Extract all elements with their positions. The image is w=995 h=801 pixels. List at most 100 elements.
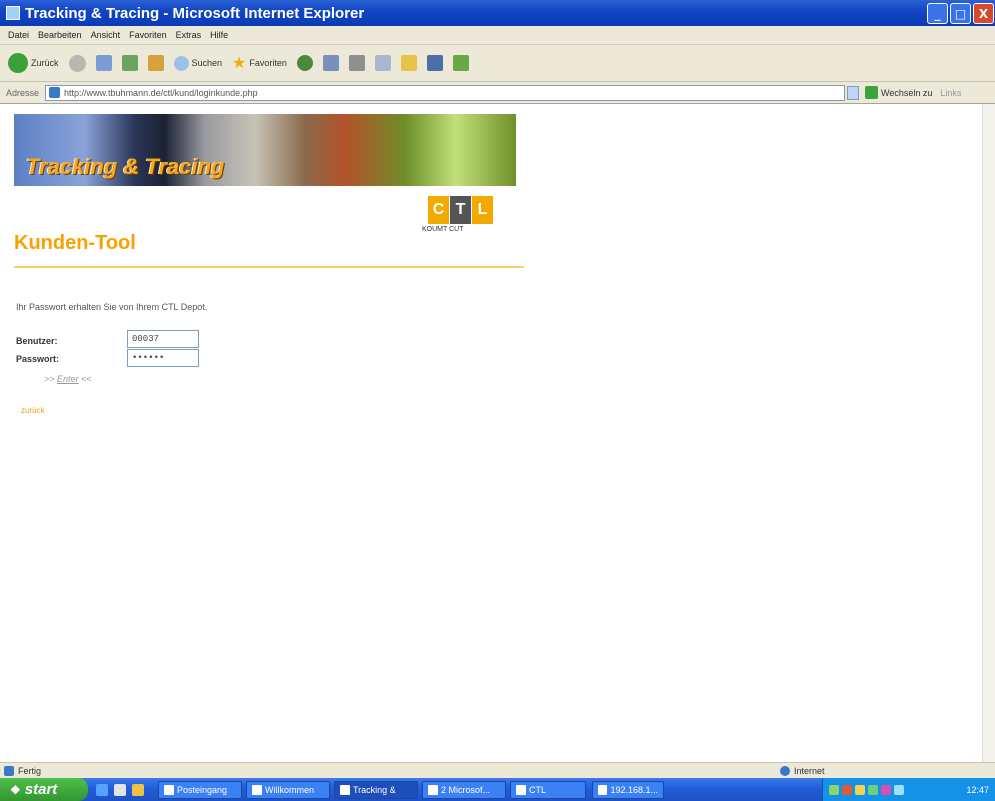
page-done-icon [4,765,14,776]
back-arrow-icon [8,53,28,73]
start-label: start [24,781,58,798]
tray-icon-3[interactable] [855,784,865,795]
menu-tools[interactable]: Extras [176,30,202,40]
page-content: Tracking & Tracing C T L KOUMT CUT Kunde… [0,104,982,762]
window-titlebar: Tracking & Tracing - Microsoft Internet … [0,0,995,26]
banner-image: Tracking & Tracing [14,114,516,186]
messenger-icon[interactable] [426,55,443,71]
network-task-icon [598,784,608,795]
task-ctl[interactable]: CTL [510,780,586,799]
page-icon [49,87,61,98]
password-field[interactable]: •••••• [127,349,199,367]
folder-icon[interactable] [400,55,417,71]
toolbar: Zurück Suchen ★ Favoriten [0,45,995,82]
desktop-quicklaunch-icon[interactable] [114,783,126,796]
tray-icon-1[interactable] [829,784,839,795]
logo-letter-l: L [472,196,493,224]
menu-view[interactable]: Ansicht [91,30,121,40]
logo-letter-t: T [450,196,471,224]
ie-task-icon [340,784,350,795]
favorites-label: Favoriten [249,58,287,68]
edit-icon[interactable] [374,55,391,71]
task-network[interactable]: 192.168.1... [592,780,664,799]
outlook-quicklaunch-icon[interactable] [132,783,144,796]
task-microsoft[interactable]: 2 Microsof... [422,780,506,799]
quick-launch [96,783,144,796]
tray-icon-6[interactable] [894,784,904,795]
task-willkommen[interactable]: Willkommen [246,780,330,799]
task-label: CTL [529,784,547,795]
enter-link[interactable]: >> Enter << [44,374,92,384]
back-label: Zurück [31,58,59,68]
menu-file[interactable]: Datei [8,30,29,40]
tray-icon-4[interactable] [868,784,878,795]
address-bar: Adresse http://www.tbuhmann.de/ctl/kund/… [0,82,995,104]
password-info-text: Ihr Passwort erhalten Sie von Ihrem CTL … [16,302,208,312]
go-label: Wechseln zu [881,87,933,98]
start-button[interactable]: ❖ start [0,778,88,801]
task-label: Posteingang [177,784,228,795]
maximize-button[interactable]: □ [950,3,971,24]
page-title: Kunden-Tool [14,232,136,254]
ie-task-icon [252,784,262,795]
username-field[interactable]: 00037 [127,330,199,348]
banner-title: Tracking & Tracing [26,154,225,179]
address-input[interactable]: http://www.tbuhmann.de/ctl/kund/loginkun… [45,84,846,101]
task-label: Tracking & [353,784,396,795]
enter-prefix: >> [44,374,58,384]
menu-favorites[interactable]: Favoriten [129,30,167,40]
logo-subtext: KOUMT CUT [422,226,464,233]
tool-icon[interactable] [452,55,469,71]
task-tracking[interactable]: Tracking & [334,780,418,799]
word-task-icon [428,784,438,795]
home-icon[interactable] [147,55,164,71]
status-text: Fertig [18,765,42,776]
task-label: 192.168.1... [610,784,658,795]
favorites-button[interactable]: ★ Favoriten [232,53,287,73]
clock: 12:47 [966,784,989,795]
internet-zone-icon [780,765,790,776]
minimize-button[interactable]: _ [927,3,948,24]
go-button[interactable]: Wechseln zu [865,86,932,99]
window-title: Tracking & Tracing - Microsoft Internet … [25,4,365,22]
search-button[interactable]: Suchen [173,55,223,71]
address-dropdown-icon[interactable] [847,85,860,100]
menu-help[interactable]: Hilfe [210,30,228,40]
tray-icon-2[interactable] [842,784,852,795]
task-posteingang[interactable]: Posteingang [158,780,242,799]
ie-quicklaunch-icon[interactable] [96,783,108,796]
back-link[interactable]: zurück [21,406,45,415]
ctl-logo: C T L KOUMT CUT [422,196,496,242]
search-icon [173,55,189,71]
taskbar: ❖ start Posteingang Willkommen Tracking … [0,778,995,801]
menu-edit[interactable]: Bearbeiten [38,30,82,40]
menu-bar: Datei Bearbeiten Ansicht Favoriten Extra… [0,26,995,45]
title-divider [14,266,524,268]
print-icon[interactable] [348,55,365,71]
task-label: Willkommen [265,784,315,795]
system-tray: 12:47 [822,778,995,801]
address-url: http://www.tbuhmann.de/ctl/kund/loginkun… [64,87,258,98]
enter-suffix: << [78,374,92,384]
folder-task-icon [516,784,526,795]
vertical-scrollbar[interactable] [982,104,995,762]
star-icon: ★ [232,55,247,72]
refresh-icon[interactable] [121,55,138,71]
back-button[interactable]: Zurück [8,53,59,73]
zone-text: Internet [794,765,825,776]
task-label: 2 Microsof... [441,784,491,795]
mail-icon[interactable] [322,55,339,71]
forward-button[interactable] [68,54,86,72]
password-label: Passwort: [16,354,60,364]
logo-letter-c: C [428,196,449,224]
stop-icon[interactable] [95,55,112,71]
go-arrow-icon [865,86,879,99]
address-label: Adresse [6,87,40,98]
windows-logo-icon: ❖ [10,782,21,797]
search-label: Suchen [191,58,223,68]
close-button[interactable]: X [973,3,994,24]
tray-icon-5[interactable] [881,784,891,795]
links-label[interactable]: Links [940,88,961,98]
status-bar: Fertig Internet [0,762,995,778]
history-icon[interactable] [296,55,313,71]
